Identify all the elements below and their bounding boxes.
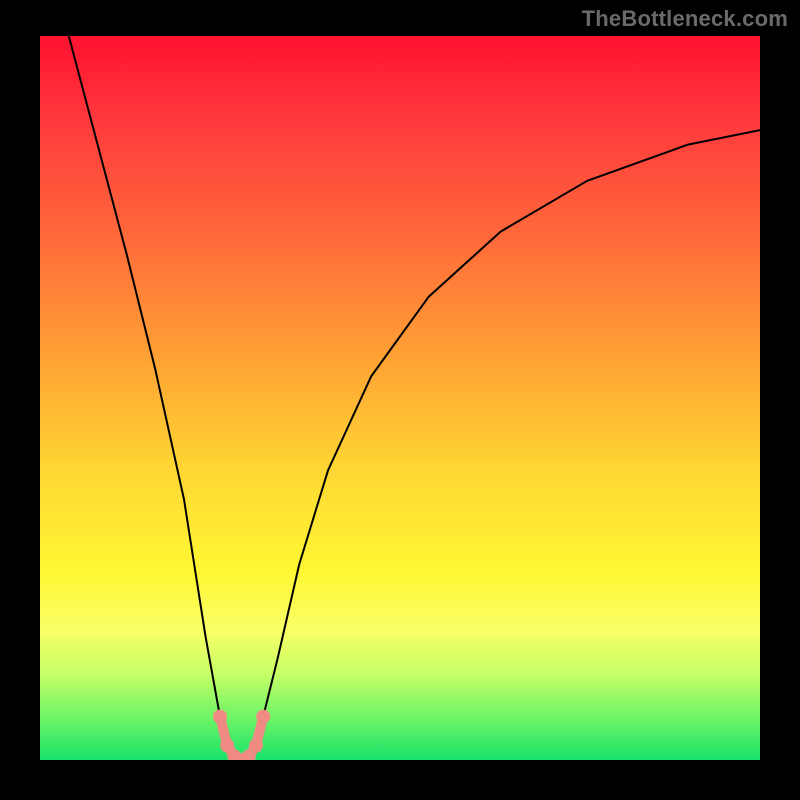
plot-area	[40, 36, 760, 760]
curve-layer	[40, 36, 760, 760]
chart-frame: TheBottleneck.com	[0, 0, 800, 800]
watermark-text: TheBottleneck.com	[582, 6, 788, 32]
min-highlight	[213, 710, 270, 760]
bottleneck-curve	[69, 36, 760, 760]
